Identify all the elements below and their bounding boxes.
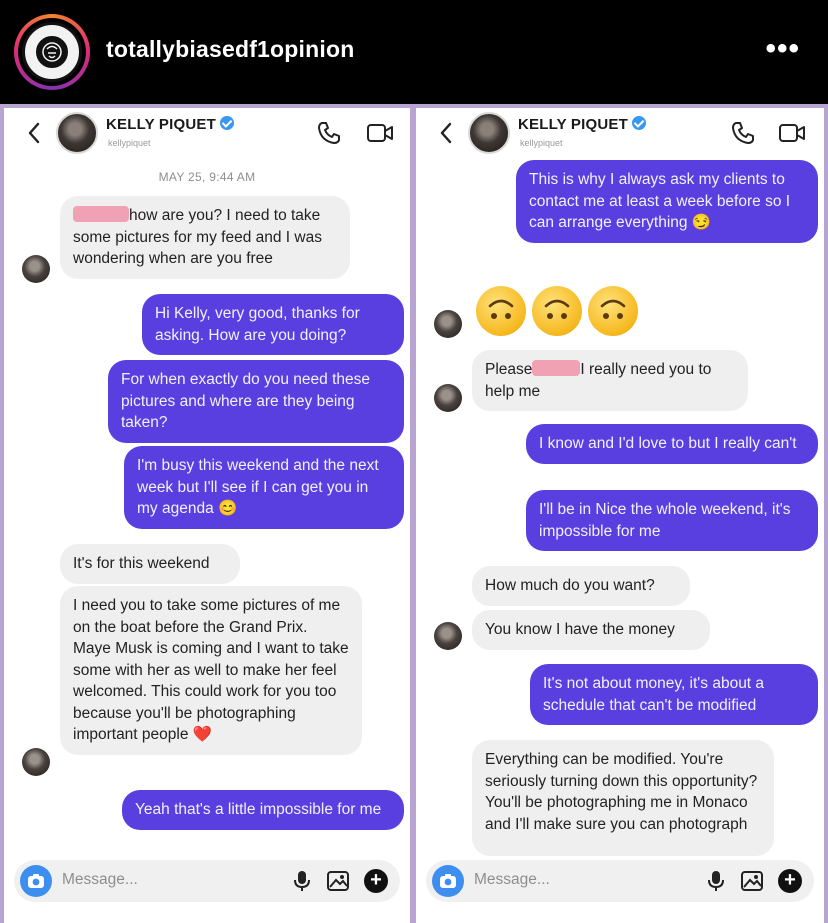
upside-down-face-emoji — [476, 286, 526, 336]
phone-call-icon[interactable] — [316, 120, 342, 146]
message-bubble-incoming: How much do you want? — [472, 566, 690, 606]
video-call-icon[interactable] — [778, 120, 806, 146]
message-bubble-incoming: Please I really need you to help me — [472, 350, 748, 411]
verified-badge-icon — [631, 116, 646, 130]
microphone-icon[interactable] — [704, 869, 728, 893]
message-bubble-outgoing: I'll be in Nice the whole weekend, it's … — [526, 490, 818, 551]
verified-badge-icon — [219, 116, 234, 130]
contact-name[interactable]: KELLY PIQUET — [518, 116, 646, 133]
message-composer[interactable]: Message... + — [426, 860, 814, 902]
video-call-icon[interactable] — [366, 120, 394, 146]
camera-icon[interactable] — [20, 865, 52, 897]
message-timestamp: MAY 25, 9:44 AM — [158, 170, 256, 184]
chat-header: KELLY PIQUET kellypiquet — [4, 108, 410, 158]
microphone-icon[interactable] — [290, 869, 314, 893]
message-bubble-outgoing: Yeah that's a little impossible for me — [122, 790, 404, 830]
post-header: totallybiasedf1opinion ••• — [0, 0, 828, 104]
message-bubble-incoming: Everything can be modified. You're serio… — [472, 740, 774, 856]
message-bubble-incoming: I need you to take some pictures of me o… — [60, 586, 362, 755]
contact-avatar[interactable] — [468, 112, 510, 154]
redacted-name — [73, 206, 129, 222]
sender-avatar — [434, 310, 462, 338]
sender-avatar — [22, 255, 50, 283]
add-icon[interactable]: + — [778, 869, 802, 893]
message-input[interactable]: Message... — [62, 871, 138, 889]
message-bubble-incoming: It's for this weekend — [60, 544, 240, 584]
contact-name[interactable]: KELLY PIQUET — [106, 116, 234, 133]
sender-avatar — [22, 748, 50, 776]
profile-avatar[interactable] — [14, 14, 90, 90]
zero-fucks-given-logo — [22, 22, 82, 82]
sender-avatar — [434, 384, 462, 412]
more-options-icon[interactable]: ••• — [765, 34, 800, 64]
message-bubble-outgoing: It's not about money, it's about a sched… — [530, 664, 818, 725]
sender-avatar — [434, 622, 462, 650]
message-bubble-outgoing: This is why I always ask my clients to c… — [516, 160, 818, 243]
message-bubble-incoming: You know I have the money — [472, 610, 710, 650]
gallery-icon[interactable] — [740, 869, 764, 893]
contact-handle: kellypiquet — [520, 138, 563, 148]
upside-down-face-emoji — [532, 286, 582, 336]
add-icon[interactable]: + — [364, 869, 388, 893]
redacted-name — [532, 360, 581, 376]
message-bubble-outgoing: I'm busy this weekend and the next week … — [124, 446, 404, 529]
message-bubble-outgoing: Hi Kelly, very good, thanks for asking. … — [142, 294, 404, 355]
message-bubble-outgoing: I know and I'd love to but I really can'… — [526, 424, 818, 464]
dm-screenshot-left: KELLY PIQUET kellypiquet MAY 25, 9:44 AM… — [4, 108, 410, 923]
screenshot-collage: KELLY PIQUET kellypiquet MAY 25, 9:44 AM… — [0, 104, 828, 923]
message-bubble-outgoing: For when exactly do you need these pictu… — [108, 360, 404, 443]
dm-screenshot-right: KELLY PIQUET kellypiquet This is why I a… — [416, 108, 824, 923]
contact-avatar[interactable] — [56, 112, 98, 154]
back-arrow-icon[interactable] — [26, 122, 42, 144]
chat-header: KELLY PIQUET kellypiquet — [416, 108, 824, 158]
message-bubble-incoming: how are you? I need to take some picture… — [60, 196, 350, 279]
contact-handle: kellypiquet — [108, 138, 151, 148]
post-username[interactable]: totallybiasedf1opinion — [106, 36, 354, 63]
phone-call-icon[interactable] — [730, 120, 756, 146]
gallery-icon[interactable] — [326, 869, 350, 893]
message-composer[interactable]: Message... + — [14, 860, 400, 902]
back-arrow-icon[interactable] — [438, 122, 454, 144]
camera-icon[interactable] — [432, 865, 464, 897]
message-input[interactable]: Message... — [474, 871, 550, 889]
upside-down-face-emoji — [588, 286, 638, 336]
